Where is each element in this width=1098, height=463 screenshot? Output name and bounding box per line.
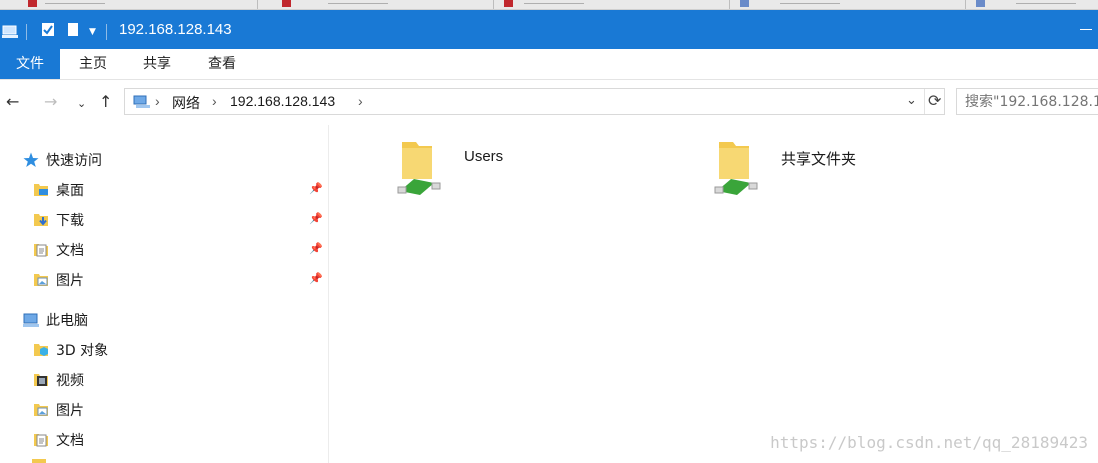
network-share-folder-icon bbox=[713, 139, 763, 201]
recent-locations-chevron-icon[interactable]: ⌄ bbox=[77, 95, 86, 113]
breadcrumb-network[interactable]: 网络 bbox=[172, 93, 200, 113]
refresh-icon[interactable]: ⟳ bbox=[928, 91, 941, 111]
address-history-chevron-icon[interactable]: ⌄ bbox=[906, 92, 917, 108]
nav-item-label: 文档 bbox=[56, 433, 84, 449]
computer-icon[interactable] bbox=[2, 25, 18, 39]
breadcrumb-separator[interactable]: › bbox=[212, 93, 217, 109]
content-pane: Users 共享文件夹 https://blog.csdn.net/qq_281… bbox=[330, 125, 1098, 463]
browser-tab-strip bbox=[0, 0, 1098, 10]
nav-item-pictures-pc[interactable]: 图片 bbox=[32, 395, 84, 425]
quick-access-toolbar: ▼ bbox=[2, 22, 107, 41]
nav-this-pc-label: 此电脑 bbox=[46, 313, 88, 329]
nav-quick-access[interactable]: 快速访问 bbox=[22, 145, 102, 175]
tab-view[interactable]: 查看 bbox=[190, 49, 254, 79]
nav-item-3d-objects[interactable]: 3D 对象 bbox=[32, 335, 108, 365]
nav-item-videos[interactable]: 视频 bbox=[32, 365, 84, 395]
pictures-folder-icon bbox=[32, 401, 50, 419]
3d-objects-folder-icon bbox=[32, 341, 50, 359]
computer-icon bbox=[22, 311, 40, 329]
share-label: 共享文件夹 bbox=[781, 151, 857, 168]
nav-item-documents-pc[interactable]: 文档 bbox=[32, 425, 84, 455]
nav-item-downloads[interactable]: 下载 bbox=[32, 205, 84, 235]
nav-item-label: 3D 对象 bbox=[56, 343, 109, 359]
search-input[interactable] bbox=[957, 89, 1098, 114]
ribbon: 文件 主页 共享 查看 bbox=[0, 49, 1098, 80]
nav-quick-access-label: 快速访问 bbox=[46, 153, 102, 169]
title-bar: ▼ 192.168.128.143 bbox=[0, 10, 1098, 49]
customize-toolbar-chevron-icon[interactable]: ▼ bbox=[89, 27, 96, 37]
minimize-button[interactable] bbox=[1080, 29, 1092, 30]
nav-this-pc[interactable]: 此电脑 bbox=[22, 305, 88, 335]
pin-icon[interactable]: 📌 bbox=[309, 182, 323, 195]
window-title: 192.168.128.143 bbox=[119, 21, 232, 38]
network-location-icon bbox=[133, 95, 151, 113]
documents-folder-icon bbox=[32, 241, 50, 259]
nav-item-label: 文档 bbox=[56, 243, 84, 259]
address-row: ← → ⌄ ↑ › 网络 › 192.168.128.143 › ⌄ ⟳ bbox=[0, 85, 1098, 120]
desktop-folder-icon bbox=[32, 181, 50, 199]
nav-item-label: 下载 bbox=[56, 213, 84, 229]
nav-item-desktop[interactable]: 桌面 bbox=[32, 175, 84, 205]
pin-icon[interactable]: 📌 bbox=[309, 212, 323, 225]
share-label: Users bbox=[464, 148, 504, 165]
network-share-folder-icon bbox=[396, 139, 446, 201]
pin-icon[interactable]: 📌 bbox=[309, 242, 323, 255]
properties-icon[interactable] bbox=[41, 22, 55, 41]
new-folder-icon[interactable] bbox=[67, 22, 79, 41]
nav-item-label: 图片 bbox=[56, 273, 84, 289]
share-item-shared-folder[interactable]: 共享文件夹 bbox=[713, 139, 856, 201]
nav-item-documents[interactable]: 文档 bbox=[32, 235, 84, 265]
pin-icon[interactable]: 📌 bbox=[309, 272, 323, 285]
breadcrumb-separator[interactable]: › bbox=[155, 93, 160, 109]
watermark: https://blog.csdn.net/qq_28189423 bbox=[770, 433, 1088, 452]
nav-item-label: 桌面 bbox=[56, 183, 84, 199]
pictures-folder-icon bbox=[32, 271, 50, 289]
documents-folder-icon bbox=[32, 431, 50, 449]
nav-item-pictures[interactable]: 图片 bbox=[32, 265, 84, 295]
address-bar[interactable]: › 网络 › 192.168.128.143 › ⌄ ⟳ bbox=[124, 88, 945, 115]
back-arrow-icon[interactable]: ← bbox=[6, 93, 19, 111]
share-item-users[interactable]: Users bbox=[396, 139, 503, 201]
breadcrumb-host[interactable]: 192.168.128.143 bbox=[230, 93, 335, 109]
star-icon bbox=[22, 151, 40, 169]
downloads-folder-icon bbox=[32, 211, 50, 229]
folder-icon bbox=[32, 459, 46, 463]
navigation-pane: 快速访问 桌面 📌 下载 📌 文档 📌 图片 📌 此电脑 3D 对象 视频 图片… bbox=[0, 125, 329, 463]
breadcrumb-separator[interactable]: › bbox=[358, 93, 363, 109]
browser-tab[interactable] bbox=[730, 0, 966, 9]
up-arrow-icon[interactable]: ↑ bbox=[99, 93, 112, 111]
nav-item-label: 视频 bbox=[56, 373, 84, 389]
videos-folder-icon bbox=[32, 371, 50, 389]
search-box[interactable] bbox=[956, 88, 1098, 115]
forward-arrow-icon[interactable]: → bbox=[44, 93, 57, 111]
tab-share[interactable]: 共享 bbox=[126, 49, 188, 79]
tab-home[interactable]: 主页 bbox=[62, 49, 124, 79]
browser-tab[interactable] bbox=[494, 0, 730, 9]
nav-item-label: 图片 bbox=[56, 403, 84, 419]
tab-file[interactable]: 文件 bbox=[0, 49, 60, 79]
browser-tab[interactable] bbox=[966, 0, 1098, 9]
browser-tab[interactable] bbox=[0, 0, 258, 9]
browser-tab[interactable] bbox=[258, 0, 494, 9]
